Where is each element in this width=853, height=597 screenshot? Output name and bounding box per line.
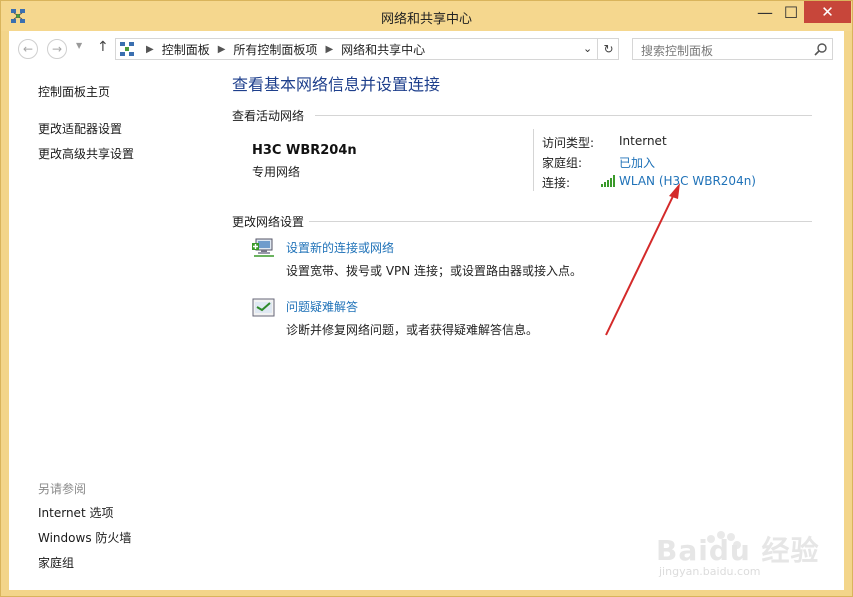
wifi-signal-icon [601, 175, 615, 187]
access-type-value: Internet [619, 134, 667, 148]
breadcrumb-item[interactable]: 所有控制面板项 [233, 41, 317, 58]
section-divider [309, 221, 812, 222]
change-advanced-sharing-link[interactable]: 更改高级共享设置 [38, 145, 134, 162]
minimize-button[interactable]: — [752, 1, 778, 23]
setup-connection-link[interactable]: 设置新的连接或网络 [286, 239, 394, 256]
troubleshoot-link[interactable]: 问题疑难解答 [286, 298, 358, 315]
see-also-title: 另请参阅 [38, 482, 87, 496]
chevron-right-icon[interactable]: ▶ [325, 44, 333, 55]
arrow-left-icon: ← [22, 42, 34, 56]
vertical-divider [533, 129, 534, 191]
address-bar[interactable]: ▶ 控制面板 ▶ 所有控制面板项 ▶ 网络和共享中心 ⌄ ↻ [115, 38, 619, 60]
control-panel-icon [120, 42, 134, 56]
troubleshoot-icon [252, 298, 275, 317]
breadcrumb-item[interactable]: 网络和共享中心 [341, 41, 425, 58]
search-placeholder: 搜索控制面板 [641, 44, 714, 58]
homegroup-joined-link[interactable]: 已加入 [619, 154, 655, 171]
client-area: ← → ▼ ↑ ▶ 控制面板 ▶ 所有控制面板项 ▶ 网络和共享中心 ⌄ ↻ 搜… [9, 31, 844, 590]
network-name: H3C WBR204n [252, 143, 357, 158]
recent-locations-button[interactable]: ▼ [76, 41, 82, 50]
chevron-right-icon[interactable]: ▶ [218, 44, 226, 55]
network-category[interactable]: 专用网络 [252, 163, 300, 180]
page-title: 查看基本网络信息并设置连接 [232, 75, 441, 94]
up-button[interactable]: ↑ [97, 39, 109, 55]
search-icon[interactable] [814, 42, 828, 56]
arrow-right-icon: → [51, 42, 63, 56]
wlan-connection-link[interactable]: WLAN (H3C WBR204n) [619, 174, 756, 188]
section-divider [315, 115, 812, 116]
window-title: 网络和共享中心 [380, 12, 472, 27]
chevron-right-icon: ▶ [146, 43, 154, 55]
connection-label: 连接: [542, 176, 571, 190]
windows-firewall-link[interactable]: Windows 防火墙 [38, 529, 131, 546]
watermark-text: Baidu 经验 [656, 534, 820, 567]
forward-button[interactable]: → [47, 39, 67, 59]
homegroup-link[interactable]: 家庭组 [38, 554, 74, 571]
breadcrumb-item[interactable]: 控制面板 [162, 41, 210, 58]
access-type-label: 访问类型: [542, 136, 595, 150]
chevron-down-icon[interactable]: ⌄ [583, 42, 592, 55]
title-bar[interactable]: 网络和共享中心 — ☐ ✕ [1, 1, 852, 31]
back-button[interactable]: ← [18, 39, 38, 59]
arrow-up-icon: ↑ [97, 39, 109, 55]
maximize-button[interactable]: ☐ [778, 1, 804, 23]
app-window: 网络和共享中心 — ☐ ✕ ← → ▼ ↑ ▶ 控制面板 ▶ 所有控制面板项 ▶… [0, 0, 853, 597]
refresh-icon: ↻ [603, 42, 614, 56]
refresh-button[interactable]: ↻ [597, 39, 619, 59]
internet-options-link[interactable]: Internet 选项 [38, 504, 113, 521]
watermark-url: jingyan.baidu.com [659, 565, 761, 578]
search-input[interactable]: 搜索控制面板 [632, 38, 833, 60]
breadcrumb: ▶ 控制面板 ▶ 所有控制面板项 ▶ 网络和共享中心 [138, 39, 425, 59]
change-settings-title: 更改网络设置 [232, 215, 305, 229]
troubleshoot-description: 诊断并修复网络问题，或者获得疑难解答信息。 [286, 323, 539, 337]
new-connection-icon [252, 238, 274, 257]
change-adapter-settings-link[interactable]: 更改适配器设置 [38, 120, 122, 137]
control-panel-home-link[interactable]: 控制面板主页 [38, 83, 110, 100]
homegroup-label: 家庭组: [542, 156, 583, 170]
active-networks-title: 查看活动网络 [232, 109, 305, 123]
setup-connection-description: 设置宽带、拨号或 VPN 连接；或设置路由器或接入点。 [286, 264, 583, 278]
close-button[interactable]: ✕ [804, 1, 851, 23]
